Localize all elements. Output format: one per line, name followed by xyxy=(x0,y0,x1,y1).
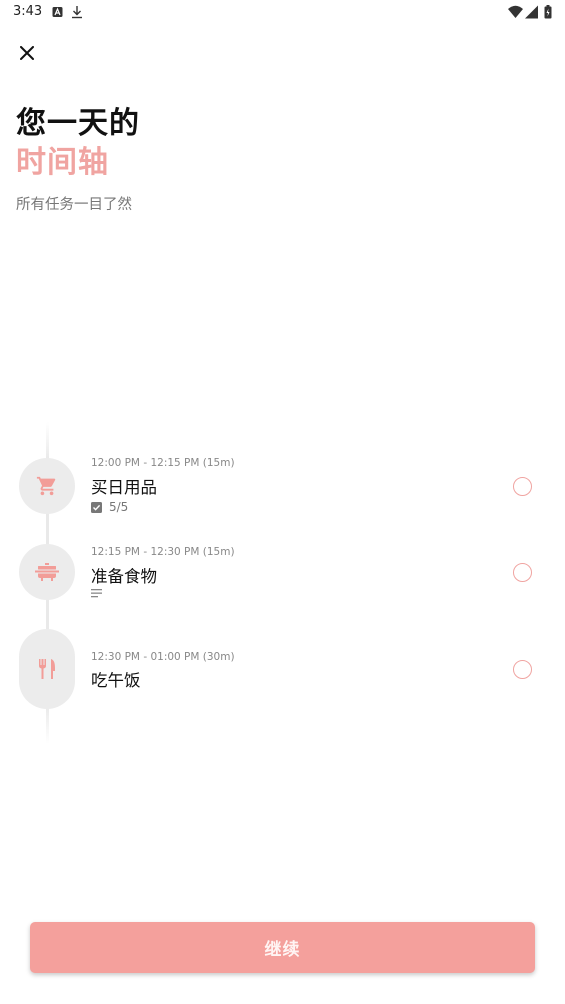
task-title[interactable]: 准备食物 xyxy=(91,563,157,587)
page-subtitle: 所有任务一目了然 xyxy=(16,197,132,213)
task-complete-toggle[interactable] xyxy=(513,563,532,582)
task-icon-meal xyxy=(19,629,75,709)
checkbox-icon xyxy=(91,501,102,513)
task-notes-indicator xyxy=(91,589,103,598)
task-title[interactable]: 买日用品 xyxy=(91,474,157,498)
task-complete-toggle[interactable] xyxy=(513,477,532,496)
continue-button[interactable]: 继续 xyxy=(30,922,535,973)
subtask-count: 5/5 xyxy=(109,500,129,514)
signal-icon xyxy=(525,5,538,19)
task-subtask-progress: 5/5 xyxy=(91,500,128,514)
status-time: 3:43 xyxy=(13,4,43,19)
close-icon xyxy=(20,46,34,60)
utensils-icon xyxy=(39,659,55,679)
page-title: 您一天的 xyxy=(16,106,140,141)
page-title-accent: 时间轴 xyxy=(16,145,109,180)
notes-icon xyxy=(91,589,102,598)
status-bar: 3:43 xyxy=(0,0,565,24)
task-time: 12:00 PM - 12:15 PM (15m) xyxy=(91,457,235,469)
battery-icon xyxy=(544,5,552,19)
task-icon-cooking xyxy=(19,544,75,600)
wifi-icon xyxy=(508,5,523,18)
task-time: 12:30 PM - 01:00 PM (30m) xyxy=(91,651,235,663)
download-icon xyxy=(72,6,82,19)
close-button[interactable] xyxy=(12,38,42,68)
notification-a-icon xyxy=(52,7,63,17)
task-title[interactable]: 吃午饭 xyxy=(91,667,141,691)
task-time: 12:15 PM - 12:30 PM (15m) xyxy=(91,546,235,558)
task-complete-toggle[interactable] xyxy=(513,660,532,679)
task-icon-shopping xyxy=(19,458,75,514)
cooking-pot-icon xyxy=(35,563,59,581)
shopping-cart-icon xyxy=(36,476,56,496)
